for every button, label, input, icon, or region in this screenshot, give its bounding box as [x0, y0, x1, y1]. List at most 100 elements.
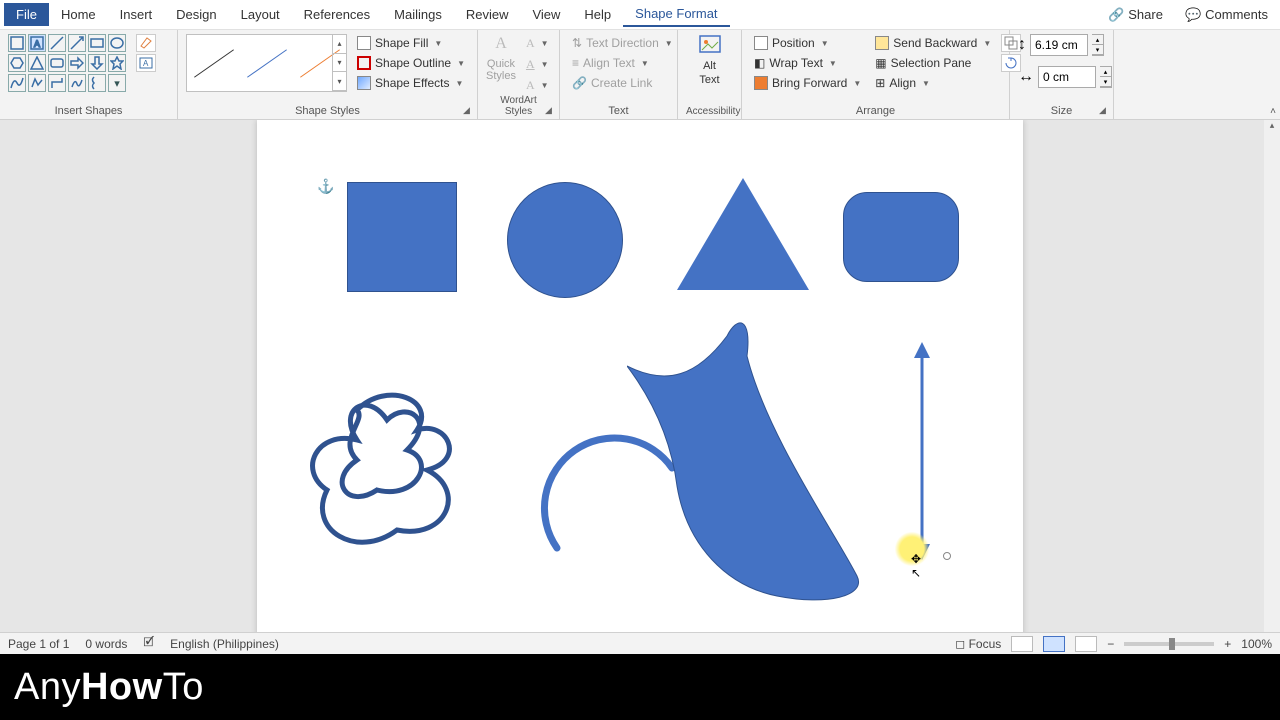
shape-effects-button[interactable]: Shape Effects▼	[353, 74, 469, 92]
tab-layout[interactable]: Layout	[229, 3, 292, 26]
scroll-up-icon[interactable]: ▴	[1264, 120, 1280, 136]
style-preset-1[interactable]	[194, 43, 234, 83]
zoom-slider[interactable]	[1124, 642, 1214, 646]
tab-review[interactable]: Review	[454, 3, 521, 26]
shape-brace-icon[interactable]	[88, 74, 106, 92]
shape-connector-icon[interactable]	[48, 74, 66, 92]
tab-view[interactable]: View	[520, 3, 572, 26]
link-icon: 🔗	[572, 76, 587, 90]
height-icon: ↕	[1018, 36, 1026, 54]
shape-triangle-icon[interactable]	[28, 54, 46, 72]
tab-insert[interactable]: Insert	[108, 3, 165, 26]
shape-rounded-rectangle[interactable]	[843, 192, 959, 282]
shape-star-icon[interactable]	[108, 54, 126, 72]
proofing-icon[interactable]: 🗹	[143, 633, 154, 654]
shape-scribble-icon[interactable]	[68, 74, 86, 92]
text-box-button[interactable]: A	[136, 54, 156, 72]
shape-styles-launcher-icon[interactable]: ◢	[463, 105, 475, 117]
position-button[interactable]: Position▼	[750, 34, 865, 52]
shape-fill-button[interactable]: Shape Fill▼	[353, 34, 469, 52]
create-link-button[interactable]: 🔗Create Link	[568, 74, 677, 92]
send-backward-button[interactable]: Send Backward▼	[871, 34, 995, 52]
shape-freeform-curve[interactable]	[627, 316, 867, 606]
tab-home[interactable]: Home	[49, 3, 108, 26]
alt-text-button[interactable]: Alt Text	[687, 34, 733, 86]
shape-down-arrow-icon[interactable]	[88, 54, 106, 72]
fill-swatch-icon	[357, 36, 371, 50]
selection-pane-button[interactable]: ▦Selection Pane	[871, 54, 995, 72]
text-outline-button[interactable]: A▼	[522, 55, 553, 74]
quick-styles-button[interactable]: A Quick Styles	[486, 34, 516, 82]
height-input[interactable]: 6.19 cm	[1030, 34, 1088, 56]
wrap-text-button[interactable]: ◧Wrap Text▼	[750, 54, 865, 72]
text-effects-button[interactable]: A▼	[522, 76, 553, 95]
shape-square[interactable]	[347, 182, 457, 292]
shape-rect-icon[interactable]	[88, 34, 106, 52]
print-layout-button[interactable]	[1043, 636, 1065, 652]
shape-textframe-icon[interactable]: A	[28, 34, 46, 52]
status-words[interactable]: 0 words	[85, 637, 127, 651]
selection-pane-icon: ▦	[875, 56, 886, 70]
shape-arrow-line-icon[interactable]	[68, 34, 86, 52]
tab-design[interactable]: Design	[164, 3, 228, 26]
tab-help[interactable]: Help	[572, 3, 623, 26]
svg-text:A: A	[143, 59, 149, 68]
text-direction-button[interactable]: ⇅Text Direction▼	[568, 34, 677, 52]
size-launcher-icon[interactable]: ◢	[1099, 105, 1111, 117]
vertical-scrollbar[interactable]: ▴	[1264, 120, 1280, 652]
watermark-part1: Any	[14, 666, 81, 709]
zoom-thumb[interactable]	[1169, 638, 1175, 650]
bring-forward-button[interactable]: Bring Forward▼	[750, 74, 865, 92]
share-button[interactable]: 🔗Share	[1100, 5, 1171, 25]
menu-tabbar: File Home Insert Design Layout Reference…	[0, 0, 1280, 30]
tab-file[interactable]: File	[4, 3, 49, 26]
edit-shape-button[interactable]	[136, 34, 156, 52]
focus-icon: ◻	[955, 637, 965, 651]
width-spinner[interactable]: ▴▾	[1100, 66, 1112, 88]
style-gallery[interactable]: ▴▾▾	[186, 34, 347, 92]
shape-triangle[interactable]	[677, 178, 809, 290]
web-layout-button[interactable]	[1075, 636, 1097, 652]
group-label-size: Size	[1018, 105, 1105, 119]
group-label-accessibility: Accessibility	[686, 106, 733, 119]
group-text: ⇅Text Direction▼ ≡Align Text▼ 🔗Create Li…	[560, 30, 678, 119]
tab-mailings[interactable]: Mailings	[382, 3, 454, 26]
status-language[interactable]: English (Philippines)	[170, 637, 279, 651]
shape-gallery[interactable]: A ▾	[8, 34, 126, 92]
focus-mode-button[interactable]: ◻ Focus	[955, 637, 1001, 651]
shape-right-arrow-icon[interactable]	[68, 54, 86, 72]
width-input[interactable]: 0 cm	[1038, 66, 1096, 88]
shape-freeform-icon[interactable]	[28, 74, 46, 92]
shape-hexagon-icon[interactable]	[8, 54, 26, 72]
shape-line-icon[interactable]	[48, 34, 66, 52]
shape-textbox-icon[interactable]	[8, 34, 26, 52]
wordart-launcher-icon[interactable]: ◢	[545, 105, 557, 117]
gallery-more-icon[interactable]: ▴▾▾	[332, 35, 346, 91]
outline-swatch-icon	[357, 56, 371, 70]
style-preset-2[interactable]	[247, 43, 287, 83]
shape-circle[interactable]	[507, 182, 623, 298]
align-button[interactable]: ⊞Align▼	[871, 74, 995, 92]
shape-curve-icon[interactable]	[8, 74, 26, 92]
status-page[interactable]: Page 1 of 1	[8, 637, 69, 651]
collapse-ribbon-icon[interactable]: ˄	[1270, 106, 1276, 117]
text-fill-button[interactable]: A▼	[522, 34, 553, 53]
shape-double-arrow[interactable]	[912, 342, 932, 560]
move-cursor-icon: ✥↖	[911, 552, 921, 580]
shape-more-dropdown-icon[interactable]: ▾	[108, 74, 126, 92]
tab-references[interactable]: References	[292, 3, 382, 26]
document-page[interactable]: ⚓ ✥↖	[257, 120, 1023, 652]
shape-outline-button[interactable]: Shape Outline▼	[353, 54, 469, 72]
zoom-in-button[interactable]: +	[1224, 637, 1231, 651]
zoom-out-button[interactable]: −	[1107, 637, 1114, 651]
shape-scribble[interactable]	[297, 370, 497, 570]
height-spinner[interactable]: ▴▾	[1092, 34, 1104, 56]
comments-button[interactable]: 💬Comments	[1177, 5, 1276, 25]
shape-oval-icon[interactable]	[108, 34, 126, 52]
read-mode-button[interactable]	[1011, 636, 1033, 652]
align-text-button[interactable]: ≡Align Text▼	[568, 54, 677, 72]
tab-shape-format[interactable]: Shape Format	[623, 2, 729, 27]
shape-rounded-rect-icon[interactable]	[48, 54, 66, 72]
selection-handle[interactable]	[943, 552, 951, 560]
zoom-level[interactable]: 100%	[1241, 637, 1272, 651]
